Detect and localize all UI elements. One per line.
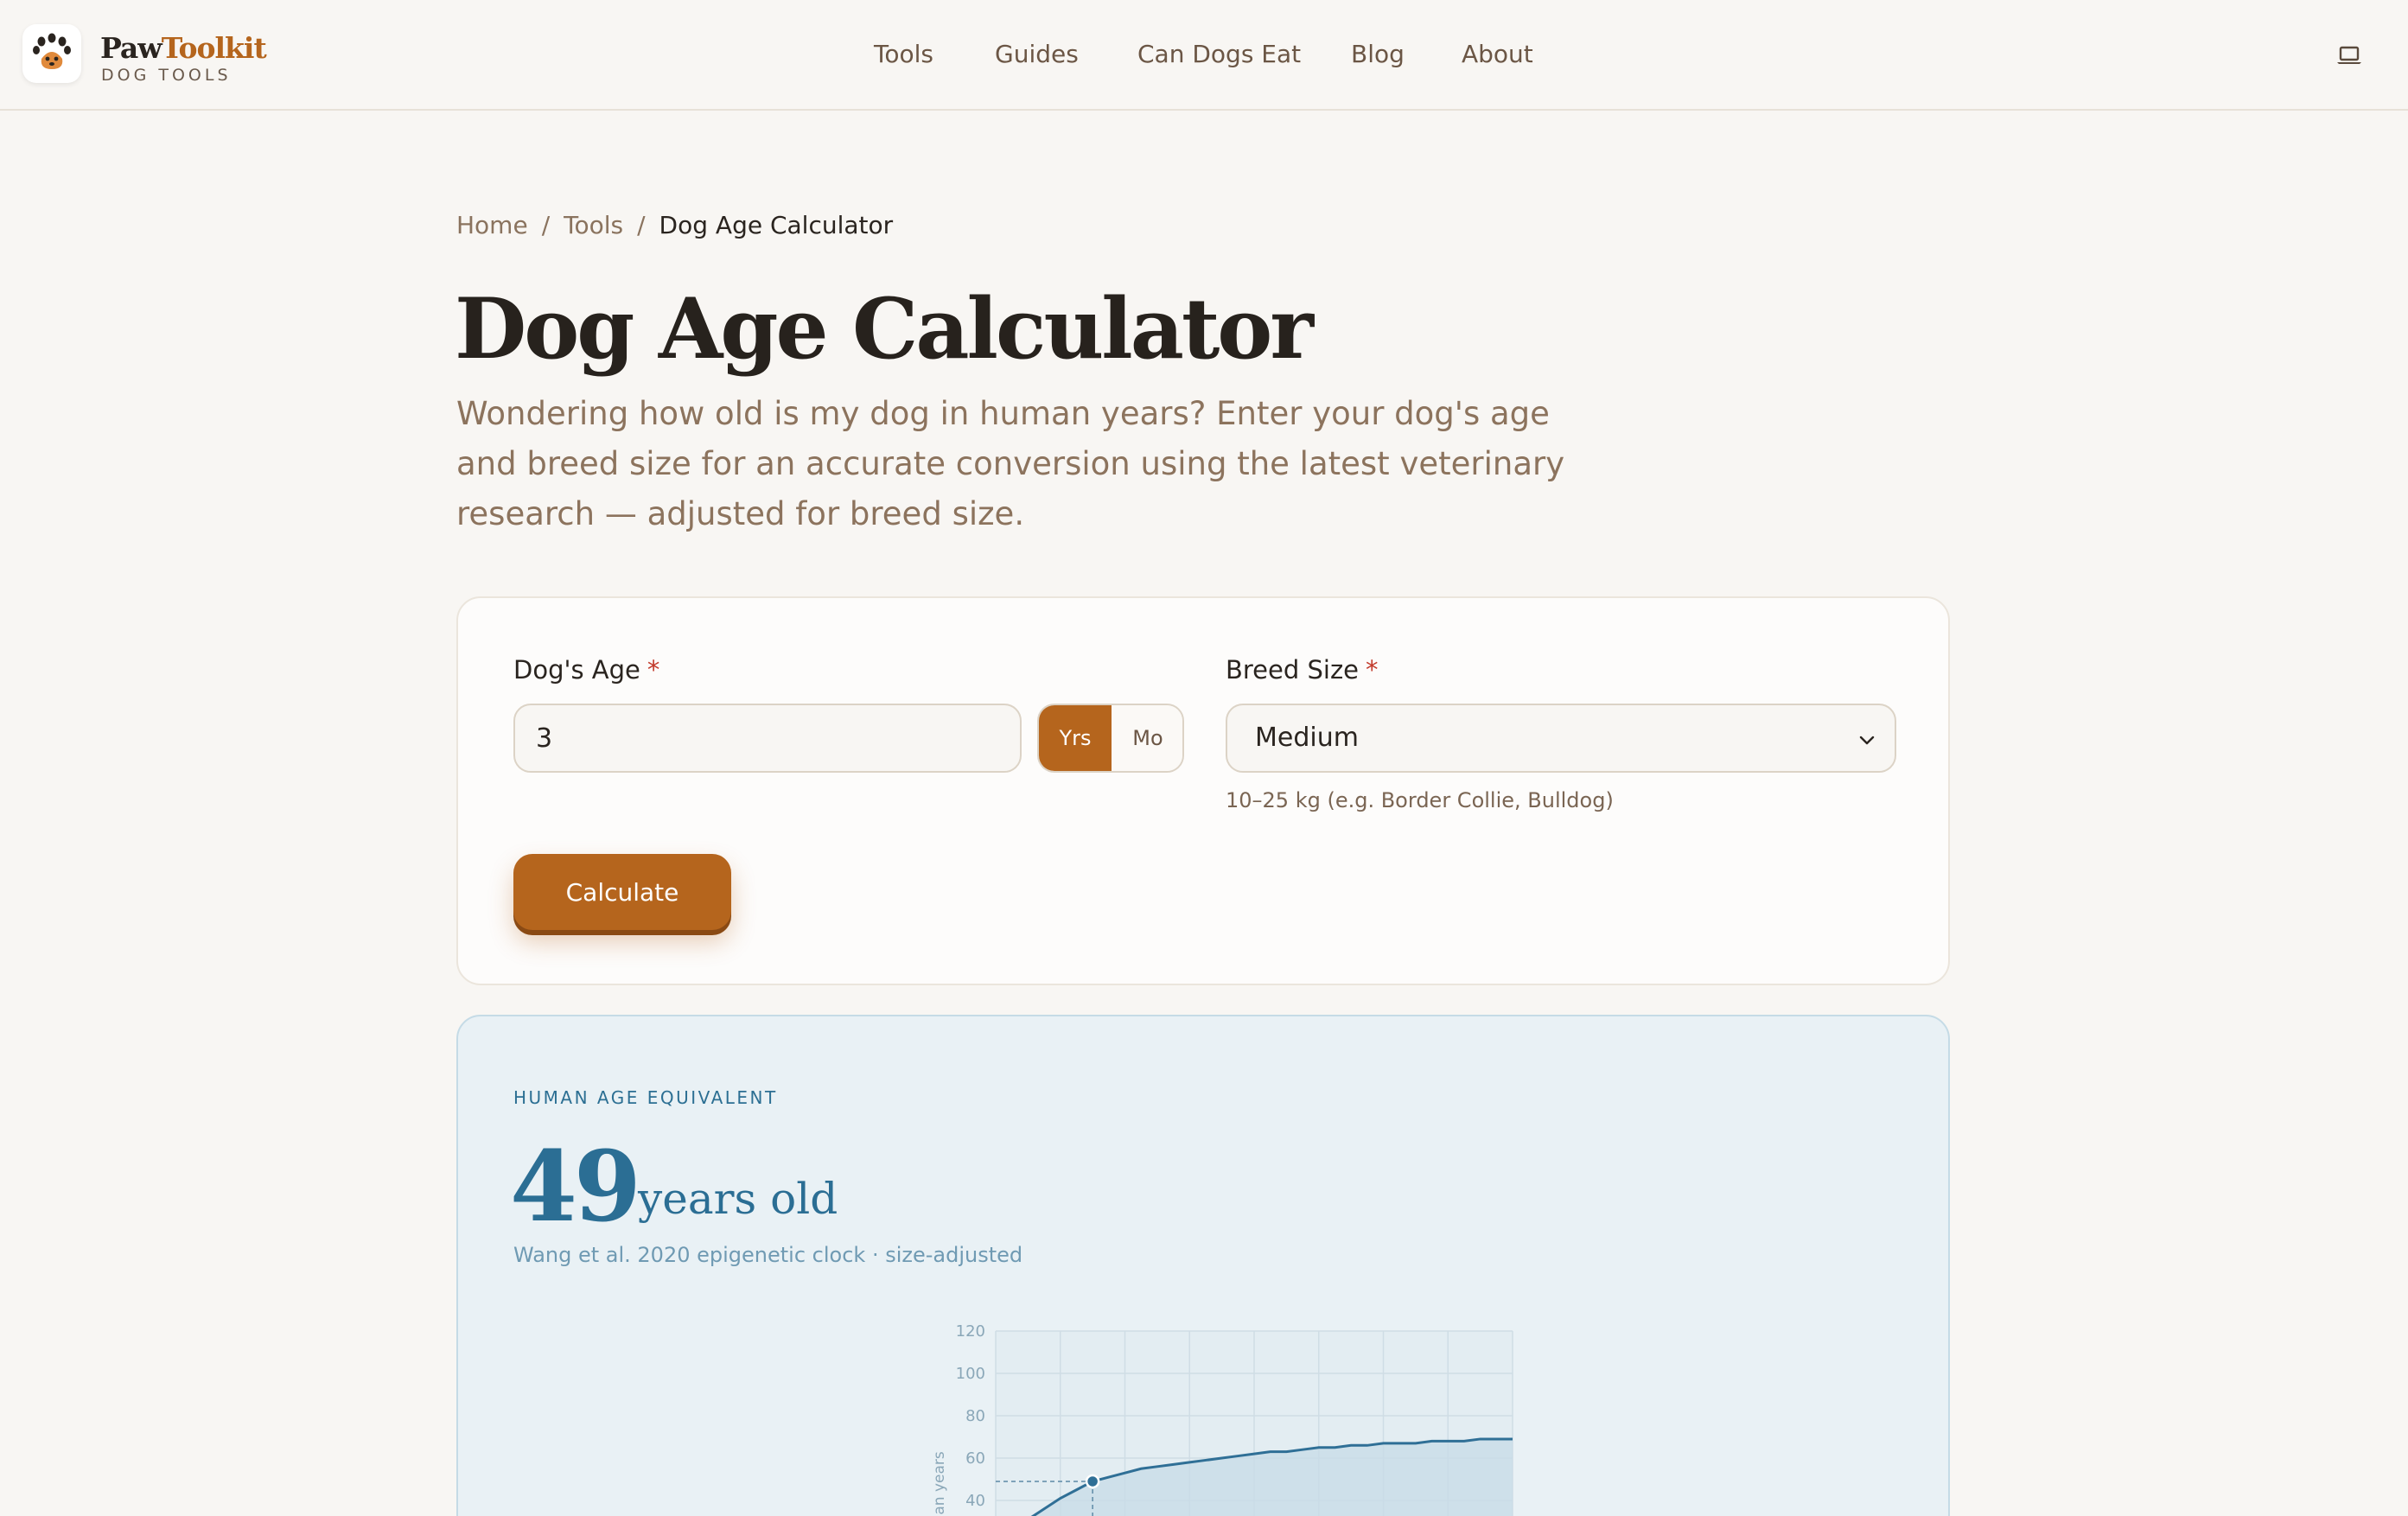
main-nav: Tools Guides Can Dogs Eat Blog About xyxy=(0,40,2408,74)
breed-size-select[interactable]: Medium xyxy=(1226,704,1896,773)
breadcrumb-separator: / xyxy=(637,211,646,239)
page-title: Dog Age Calculator xyxy=(455,280,1314,378)
age-label: Dog's Age * xyxy=(513,655,660,685)
y-tick-label: 80 xyxy=(965,1407,985,1425)
y-tick-label: 40 xyxy=(965,1492,985,1510)
calculate-button[interactable]: Calculate xyxy=(513,854,731,930)
theme-toggle-button[interactable] xyxy=(2334,40,2365,71)
y-tick-label: 100 xyxy=(956,1365,985,1383)
breed-size-value: Medium xyxy=(1255,723,1359,753)
required-mark: * xyxy=(647,655,660,685)
result-card: HUMAN AGE EQUIVALENT 49 years old Wang e… xyxy=(456,1015,1950,1516)
unit-years-button[interactable]: Yrs xyxy=(1039,705,1112,771)
chevron-down-icon xyxy=(1859,736,1875,745)
y-tick-label: 120 xyxy=(956,1322,985,1341)
breed-size-helper: 10–25 kg (e.g. Border Collie, Bulldog) xyxy=(1226,788,1614,812)
breadcrumb-separator: / xyxy=(541,211,551,239)
result-source: Wang et al. 2020 epigenetic clock · size… xyxy=(513,1243,1023,1267)
age-unit-toggle: Yrs Mo xyxy=(1037,704,1184,773)
age-curve-chart: 120 100 80 60 40 Human years xyxy=(931,1322,1513,1516)
nav-item-guides[interactable]: Guides xyxy=(995,40,1079,68)
top-navigation-bar: PawToolkit DOG TOOLS Tools Guides Can Do… xyxy=(0,0,2408,111)
nav-item-about[interactable]: About xyxy=(1462,40,1533,68)
y-axis-label: Human years xyxy=(931,1451,948,1516)
required-mark: * xyxy=(1366,655,1379,685)
result-human-age: 49 xyxy=(510,1131,641,1244)
breadcrumb-home[interactable]: Home xyxy=(456,211,528,239)
breadcrumb: Home / Tools / Dog Age Calculator xyxy=(456,211,893,239)
nav-item-can-dogs-eat[interactable]: Can Dogs Eat xyxy=(1137,40,1301,68)
page-intro: Wondering how old is my dog in human yea… xyxy=(456,395,1565,532)
calculator-form-card: Dog's Age* Yrs Mo Breed Size* Medium 10–… xyxy=(456,596,1950,985)
unit-months-button[interactable]: Mo xyxy=(1112,705,1182,771)
nav-item-tools[interactable]: Tools xyxy=(874,40,933,68)
nav-item-blog[interactable]: Blog xyxy=(1351,40,1405,68)
result-unit: years old xyxy=(638,1174,838,1224)
result-kicker: HUMAN AGE EQUIVALENT xyxy=(513,1087,778,1108)
breadcrumb-current: Dog Age Calculator xyxy=(659,211,894,239)
breadcrumb-tools[interactable]: Tools xyxy=(564,211,623,239)
dog-age-input[interactable] xyxy=(513,704,1022,773)
y-tick-label: 60 xyxy=(965,1449,985,1468)
breed-size-label: Breed Size * xyxy=(1226,655,1379,685)
highlight-point xyxy=(1085,1474,1100,1489)
laptop-icon xyxy=(2337,46,2361,64)
